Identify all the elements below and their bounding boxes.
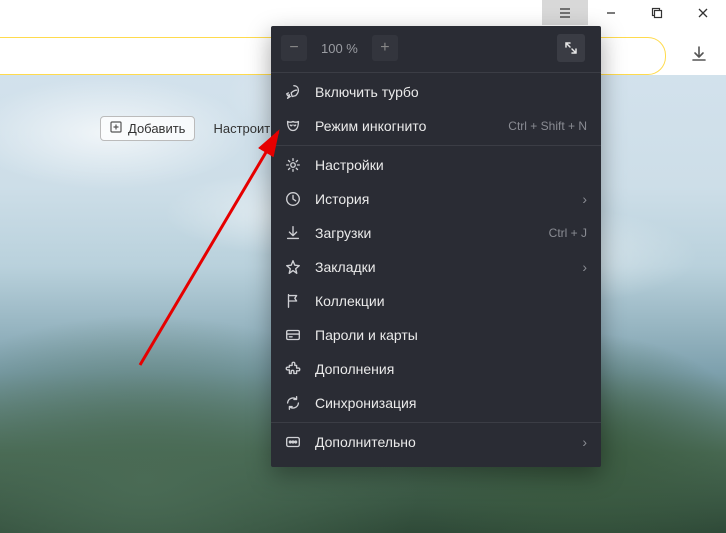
maximize-button[interactable] [634,0,680,25]
zoom-value: 100 % [321,41,358,56]
menu-label: Режим инкогнито [315,118,496,134]
zoom-in-button[interactable]: + [372,35,398,61]
hamburger-menu-button[interactable] [542,0,588,25]
minimize-button[interactable] [588,0,634,25]
menu-shortcut: Ctrl + J [549,226,587,240]
menu-item-collections[interactable]: Коллекции [271,284,601,318]
chevron-right-icon: › [582,191,587,207]
add-button[interactable]: Добавить [100,116,195,141]
menu-item-addons[interactable]: Дополнения [271,352,601,386]
menu-label: Включить турбо [315,84,587,100]
menu-label: Загрузки [315,225,537,241]
menu-label: Дополнительно [315,434,570,450]
rocket-icon [283,83,303,101]
menu-item-sync[interactable]: Синхронизация [271,386,601,420]
mask-icon [283,117,303,135]
clock-icon [283,190,303,208]
menu-shortcut: Ctrl + Shift + N [508,119,587,133]
main-menu: − 100 % + Включить турбо Режим инкогнито… [271,26,601,467]
close-button[interactable] [680,0,726,25]
menu-item-settings[interactable]: Настройки [271,148,601,182]
menu-label: Дополнения [315,361,587,377]
chevron-right-icon: › [582,434,587,450]
gear-icon [283,156,303,174]
menu-item-bookmarks[interactable]: Закладки › [271,250,601,284]
menu-label: Закладки [315,259,570,275]
menu-label: Коллекции [315,293,587,309]
tableau-toolbar: Добавить Настроить э [100,116,287,141]
chevron-right-icon: › [582,259,587,275]
menu-separator [271,72,601,73]
menu-separator [271,422,601,423]
sync-icon [283,394,303,412]
menu-separator [271,145,601,146]
flag-icon [283,292,303,310]
plus-icon [110,121,122,136]
downloads-icon[interactable] [690,45,708,68]
menu-item-incognito[interactable]: Режим инкогнито Ctrl + Shift + N [271,109,601,143]
dots-icon [283,433,303,451]
menu-item-downloads[interactable]: Загрузки Ctrl + J [271,216,601,250]
menu-label: История [315,191,570,207]
add-label: Добавить [128,121,185,136]
puzzle-icon [283,360,303,378]
zoom-row: − 100 % + [271,26,601,70]
download-icon [283,224,303,242]
star-icon [283,258,303,276]
menu-item-passwords[interactable]: Пароли и карты [271,318,601,352]
fullscreen-button[interactable] [557,34,585,62]
window-titlebar [0,0,726,25]
menu-label: Пароли и карты [315,327,587,343]
menu-item-turbo[interactable]: Включить турбо [271,75,601,109]
card-icon [283,326,303,344]
menu-item-history[interactable]: История › [271,182,601,216]
zoom-out-button[interactable]: − [281,35,307,61]
menu-label: Настройки [315,157,587,173]
menu-label: Синхронизация [315,395,587,411]
menu-item-more[interactable]: Дополнительно › [271,425,601,459]
